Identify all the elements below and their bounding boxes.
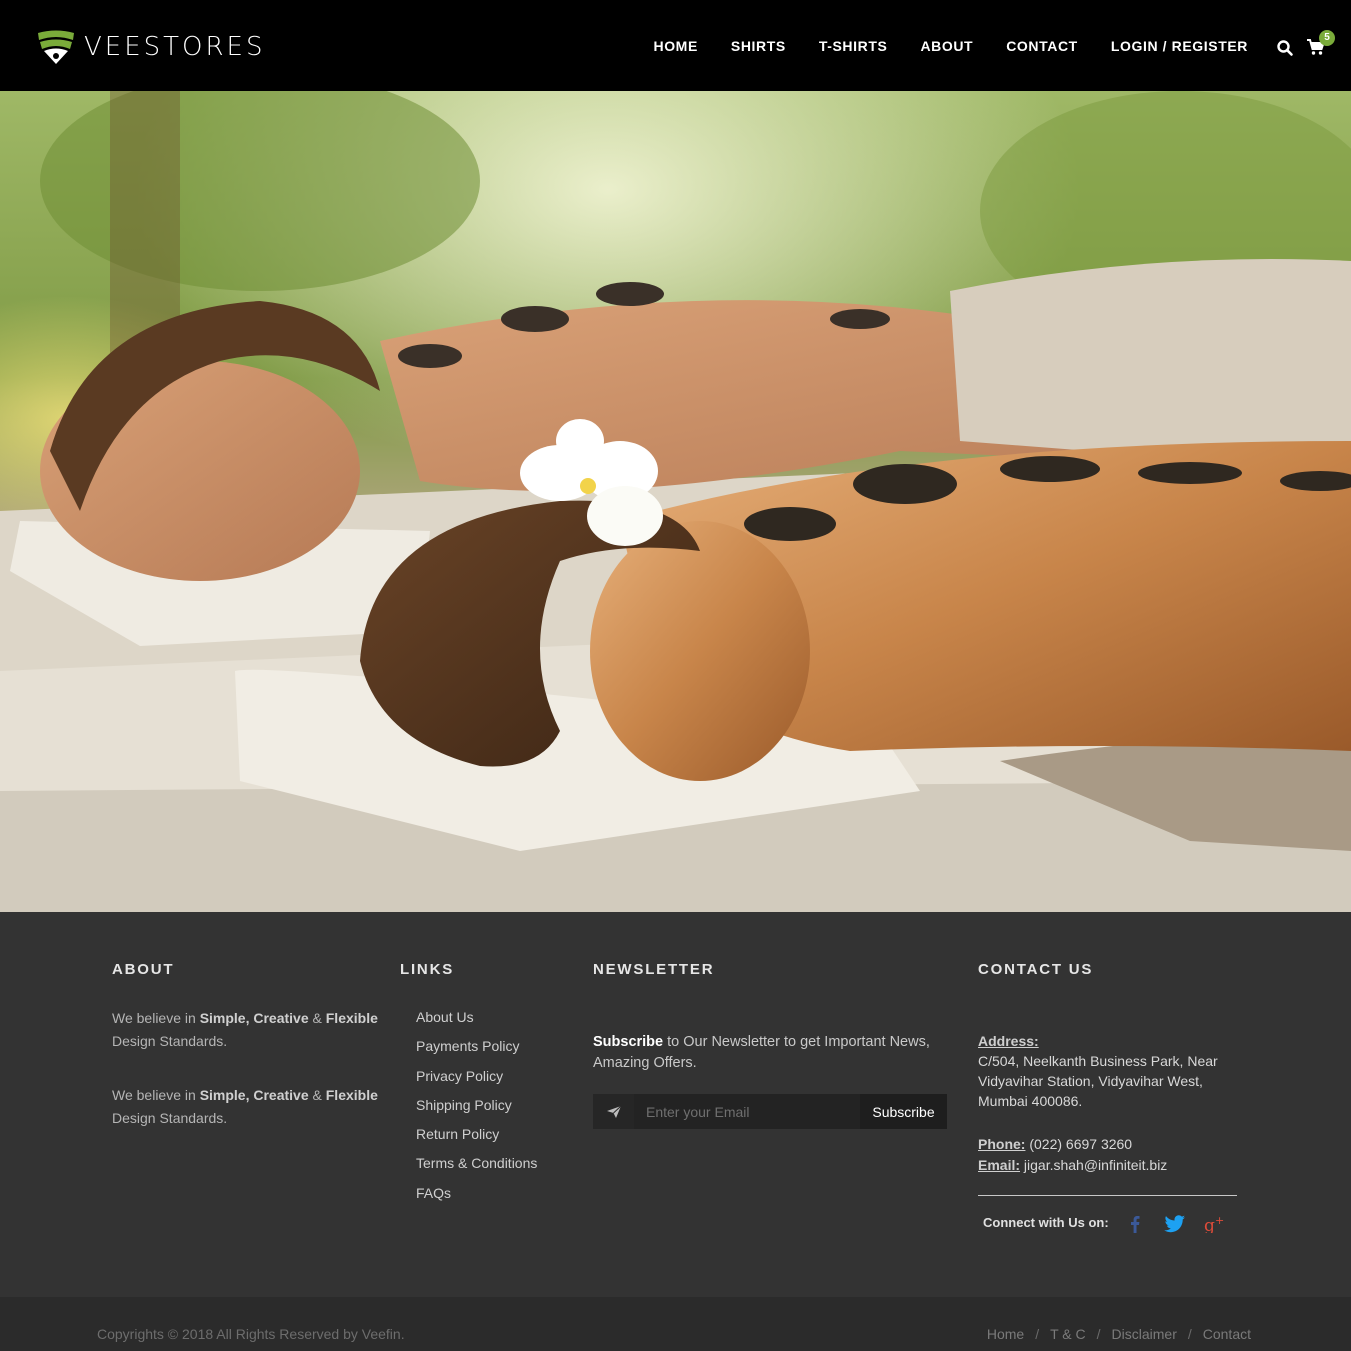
footer-link-item: FAQs (416, 1183, 537, 1212)
facebook-icon[interactable] (1124, 1213, 1146, 1235)
contact-phone: Phone: (022) 6697 3260 (978, 1134, 1248, 1154)
bottom-link-tc[interactable]: T & C (1050, 1326, 1086, 1342)
send-icon-box (593, 1094, 634, 1129)
bottom-links: Home / T & C / Disclaimer / Contact (987, 1326, 1251, 1342)
newsletter-description: Subscribe to Our Newsletter to get Impor… (593, 1032, 943, 1074)
newsletter-text-bold: Subscribe (593, 1034, 664, 1050)
footer-link-privacy-policy[interactable]: Privacy Policy (416, 1068, 503, 1084)
footer-link-item: About Us (416, 1007, 537, 1036)
footer-links-title: LINKS (400, 961, 454, 978)
phone-label: Phone: (978, 1136, 1026, 1152)
about-text-bold: Flexible (325, 1087, 378, 1103)
footer-link-terms[interactable]: Terms & Conditions (416, 1155, 537, 1171)
separator: / (1096, 1326, 1101, 1342)
about-text-bold: Simple, Creative (199, 1087, 309, 1103)
connect-label: Connect with Us on: (983, 1215, 1109, 1230)
cart-count-badge: 5 (1319, 30, 1335, 46)
twitter-icon[interactable] (1164, 1213, 1186, 1235)
about-text-bold: Simple, Creative (199, 1010, 309, 1026)
footer-link-payments-policy[interactable]: Payments Policy (416, 1038, 519, 1054)
bottom-link-contact[interactable]: Contact (1203, 1326, 1251, 1342)
bottom-bar: Copyrights © 2018 All Rights Reserved by… (0, 1297, 1351, 1351)
footer-link-item: Payments Policy (416, 1036, 537, 1065)
bottom-link-disclaimer[interactable]: Disclaimer (1112, 1326, 1177, 1342)
hero-image (0, 91, 1351, 912)
subscribe-button[interactable]: Subscribe (860, 1094, 947, 1129)
footer-about-text-1: We believe in Simple, Creative & Flexibl… (112, 1007, 382, 1053)
main-nav: HOME SHIRTS T-SHIRTS ABOUT CONTACT LOGIN… (620, 36, 1248, 56)
separator: / (1035, 1326, 1040, 1342)
address-label: Address: (978, 1033, 1039, 1049)
nav-shirts[interactable]: SHIRTS (731, 36, 786, 56)
footer-link-item: Return Policy (416, 1124, 537, 1153)
email-value[interactable]: jigar.shah@infiniteit.biz (1020, 1157, 1167, 1173)
footer-newsletter-title: NEWSLETTER (593, 961, 715, 978)
footer-link-item: Privacy Policy (416, 1066, 537, 1095)
about-text-suffix: Design Standards. (112, 1110, 228, 1126)
about-text-prefix: We believe in (112, 1010, 200, 1026)
contact-address: Address: C/504, Neelkanth Business Park,… (978, 1031, 1248, 1111)
brand-logo[interactable]: VEESTORES (36, 28, 266, 66)
search-icon[interactable] (1276, 39, 1294, 57)
brand-name: VEESTORES (84, 32, 266, 62)
footer-link-shipping-policy[interactable]: Shipping Policy (416, 1097, 512, 1113)
about-text-amp: & (308, 1087, 326, 1103)
bottom-link-home[interactable]: Home (987, 1326, 1024, 1342)
about-text-suffix: Design Standards. (112, 1033, 228, 1049)
about-text-bold: Flexible (325, 1010, 378, 1026)
contact-divider (978, 1195, 1237, 1196)
site-footer: ABOUT We believe in Simple, Creative & F… (0, 912, 1351, 1297)
nav-contact[interactable]: CONTACT (1006, 36, 1078, 56)
footer-link-item: Shipping Policy (416, 1095, 537, 1124)
site-header: VEESTORES HOME SHIRTS T-SHIRTS ABOUT CON… (0, 0, 1351, 91)
nav-home[interactable]: HOME (653, 36, 697, 56)
nav-about[interactable]: ABOUT (920, 36, 973, 56)
footer-contact-title: CONTACT US (978, 961, 1094, 978)
nav-tshirts[interactable]: T-SHIRTS (819, 36, 888, 56)
nav-login-register[interactable]: LOGIN / REGISTER (1111, 36, 1248, 56)
footer-links-list: About Us Payments Policy Privacy Policy … (416, 1007, 537, 1212)
footer-link-about-us[interactable]: About Us (416, 1009, 474, 1025)
brand-logo-icon (38, 30, 74, 64)
email-label: Email: (978, 1157, 1021, 1173)
contact-email: Email: jigar.shah@infiniteit.biz (978, 1155, 1248, 1175)
footer-link-item: Terms & Conditions (416, 1153, 537, 1182)
footer-about-title: ABOUT (112, 961, 175, 978)
about-text-amp: & (308, 1010, 326, 1026)
newsletter-email-input[interactable] (634, 1094, 860, 1129)
footer-link-return-policy[interactable]: Return Policy (416, 1126, 499, 1142)
copyright-text: Copyrights © 2018 All Rights Reserved by… (97, 1326, 405, 1342)
svg-text:g: g (1204, 1216, 1215, 1233)
google-plus-icon[interactable]: g + (1204, 1213, 1226, 1235)
separator: / (1187, 1326, 1192, 1342)
footer-about-text-2: We believe in Simple, Creative & Flexibl… (112, 1084, 382, 1130)
address-value: C/504, Neelkanth Business Park, Near Vid… (978, 1053, 1218, 1109)
footer-link-faqs[interactable]: FAQs (416, 1185, 451, 1201)
svg-text:+: + (1215, 1215, 1224, 1227)
newsletter-form: Subscribe (593, 1094, 947, 1129)
paper-plane-icon (606, 1105, 621, 1118)
phone-value: (022) 6697 3260 (1025, 1136, 1133, 1152)
about-text-prefix: We believe in (112, 1087, 200, 1103)
hero-banner (0, 91, 1351, 912)
